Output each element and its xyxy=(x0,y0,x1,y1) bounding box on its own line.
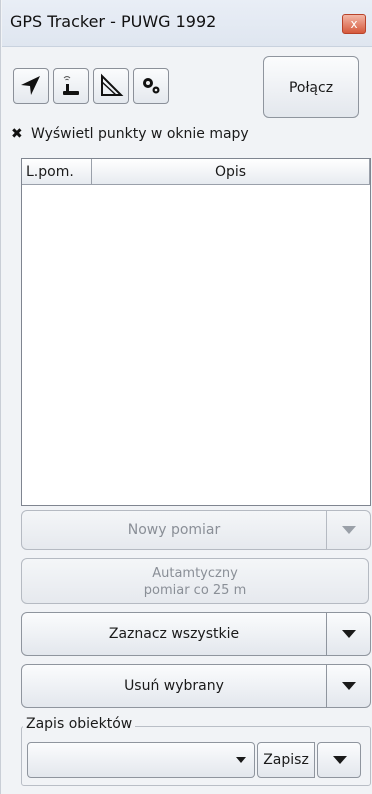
chevron-down-icon xyxy=(236,757,246,763)
navigation-button[interactable] xyxy=(13,68,49,104)
close-icon: x xyxy=(350,17,358,31)
close-button[interactable]: x xyxy=(342,14,366,34)
column-header-opis[interactable]: Opis xyxy=(92,159,370,185)
gps-receiver-icon xyxy=(63,76,79,95)
select-all-dropdown[interactable] xyxy=(327,612,371,656)
settings-gears-icon xyxy=(143,78,160,94)
settings-button[interactable] xyxy=(133,68,169,104)
delete-selected-dropdown[interactable] xyxy=(327,664,371,708)
title-bar: GPS Tracker - PUWG 1992 x xyxy=(2,0,372,47)
auto-measurement-button[interactable]: Autamtyczny pomiar co 25 m xyxy=(21,558,369,604)
object-type-select[interactable] xyxy=(27,742,255,778)
save-button[interactable]: Zapisz xyxy=(257,742,315,778)
delete-selected-split-button[interactable]: Usuń wybrany xyxy=(21,664,371,708)
chevron-down-icon xyxy=(342,682,356,690)
gps-tracker-panel: GPS Tracker - PUWG 1992 x Połącz ✖ Wyświ… xyxy=(0,0,372,794)
save-objects-group-label: Zapis obiektów xyxy=(23,716,136,732)
chevron-down-icon xyxy=(342,526,356,534)
display-points-checkbox[interactable]: ✖ xyxy=(11,127,25,141)
select-all-label: Zaznacz wszystkie xyxy=(108,626,240,642)
window-title: GPS Tracker - PUWG 1992 xyxy=(10,12,217,31)
chevron-down-icon xyxy=(342,630,356,638)
gps-receiver-button[interactable] xyxy=(53,68,89,104)
measurements-table[interactable]: L.pom. Opis xyxy=(21,158,371,506)
connect-button[interactable]: Połącz xyxy=(263,56,359,118)
select-all-split-button[interactable]: Zaznacz wszystkie xyxy=(21,612,371,656)
new-measurement-dropdown[interactable] xyxy=(327,510,371,550)
new-measurement-split-button[interactable]: Nowy pomiar xyxy=(21,510,371,550)
navigation-arrow-icon xyxy=(21,76,40,95)
auto-measurement-line1: Autamtyczny xyxy=(152,566,238,581)
new-measurement-label: Nowy pomiar xyxy=(127,522,221,538)
auto-measurement-line2: pomiar co 25 m xyxy=(143,583,247,598)
delete-selected-label: Usuń wybrany xyxy=(124,678,224,694)
column-header-lp[interactable]: L.pom. xyxy=(22,159,92,185)
angle-measure-icon xyxy=(101,73,124,96)
table-header: L.pom. Opis xyxy=(22,159,370,185)
display-points-label: Wyświetl punkty w oknie mapy xyxy=(31,126,249,142)
chevron-down-icon xyxy=(333,756,347,764)
save-dropdown[interactable] xyxy=(317,742,361,778)
angle-measure-button[interactable] xyxy=(93,68,129,104)
